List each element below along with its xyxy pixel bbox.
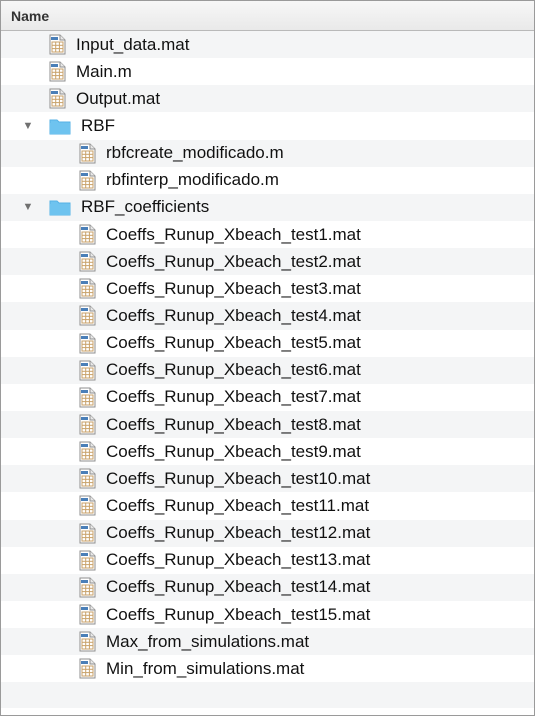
document-icon	[49, 34, 66, 55]
item-name: Coeffs_Runup_Xbeach_test4.mat	[106, 305, 361, 325]
document-icon	[79, 577, 96, 598]
item-name: Coeffs_Runup_Xbeach_test7.mat	[106, 387, 361, 407]
file-row[interactable]: Coeffs_Runup_Xbeach_test10.mat	[1, 465, 534, 493]
file-list: Input_data.mat Main.m Output.mat ▼ RBF rbfcre…	[1, 31, 534, 683]
file-row[interactable]: Coeffs_Runup_Xbeach_test7.mat	[1, 383, 534, 411]
item-name: rbfcreate_modificado.m	[106, 143, 284, 163]
item-name: RBF_coefficients	[81, 197, 210, 217]
item-name: Coeffs_Runup_Xbeach_test14.mat	[106, 577, 371, 597]
document-icon	[79, 414, 96, 435]
document-icon	[79, 333, 96, 354]
file-row[interactable]: Coeffs_Runup_Xbeach_test12.mat	[1, 519, 534, 547]
document-icon	[79, 360, 96, 381]
document-icon	[49, 88, 66, 109]
item-name: Min_from_simulations.mat	[106, 658, 305, 678]
file-row[interactable]: rbfcreate_modificado.m	[1, 139, 534, 167]
item-name: Input_data.mat	[76, 34, 190, 54]
document-icon	[49, 61, 66, 82]
document-icon	[79, 631, 96, 652]
name-column-label: Name	[11, 7, 50, 24]
item-name: Coeffs_Runup_Xbeach_test2.mat	[106, 251, 361, 271]
document-icon	[79, 604, 96, 625]
document-icon	[79, 251, 96, 272]
document-icon	[79, 387, 96, 408]
file-row[interactable]: Coeffs_Runup_Xbeach_test13.mat	[1, 546, 534, 574]
disclosure-triangle-icon[interactable]: ▼	[21, 201, 35, 213]
name-column-header[interactable]: Name	[1, 1, 534, 31]
file-row[interactable]: Output.mat	[1, 85, 534, 113]
file-row[interactable]: Coeffs_Runup_Xbeach_test8.mat	[1, 410, 534, 439]
item-name: rbfinterp_modificado.m	[106, 170, 279, 190]
file-row[interactable]: Coeffs_Runup_Xbeach_test15.mat	[1, 600, 534, 629]
file-row[interactable]: Coeffs_Runup_Xbeach_test9.mat	[1, 438, 534, 466]
document-icon	[79, 305, 96, 326]
file-row[interactable]: rbfinterp_modificado.m	[1, 166, 534, 194]
file-row[interactable]: Coeffs_Runup_Xbeach_test1.mat	[1, 220, 534, 249]
item-name: Coeffs_Runup_Xbeach_test13.mat	[106, 550, 371, 570]
item-name: Main.m	[76, 61, 132, 81]
document-icon	[79, 278, 96, 299]
file-row[interactable]: Coeffs_Runup_Xbeach_test2.mat	[1, 248, 534, 276]
file-row[interactable]: Coeffs_Runup_Xbeach_test4.mat	[1, 302, 534, 330]
document-icon	[79, 143, 96, 164]
item-name: Coeffs_Runup_Xbeach_test9.mat	[106, 441, 361, 461]
item-name: Coeffs_Runup_Xbeach_test12.mat	[106, 523, 371, 543]
item-name: Coeffs_Runup_Xbeach_test15.mat	[106, 604, 371, 624]
document-icon	[79, 224, 96, 245]
file-row[interactable]: Main.m	[1, 58, 534, 86]
document-icon	[79, 550, 96, 571]
file-row[interactable]: Coeffs_Runup_Xbeach_test6.mat	[1, 356, 534, 384]
document-icon	[79, 495, 96, 516]
item-name: Coeffs_Runup_Xbeach_test1.mat	[106, 224, 361, 244]
folder-row[interactable]: ▼ RBF_coefficients	[1, 193, 534, 221]
file-row[interactable]: Min_from_simulations.mat	[1, 655, 534, 683]
file-row[interactable]: Coeffs_Runup_Xbeach_test14.mat	[1, 573, 534, 601]
file-row[interactable]: Max_from_simulations.mat	[1, 628, 534, 656]
item-name: Coeffs_Runup_Xbeach_test10.mat	[106, 468, 371, 488]
finder-list-window: Name Input_data.mat Main.m Output.mat ▼ RBF r…	[0, 0, 535, 716]
file-row[interactable]: Coeffs_Runup_Xbeach_test3.mat	[1, 275, 534, 303]
item-name: RBF	[81, 115, 115, 135]
item-name: Coeffs_Runup_Xbeach_test3.mat	[106, 278, 361, 298]
item-name: Output.mat	[76, 88, 161, 108]
file-row[interactable]: Coeffs_Runup_Xbeach_test5.mat	[1, 329, 534, 357]
document-icon	[79, 523, 96, 544]
file-row[interactable]: Coeffs_Runup_Xbeach_test11.mat	[1, 492, 534, 520]
item-name: Coeffs_Runup_Xbeach_test5.mat	[106, 333, 361, 353]
document-icon	[79, 658, 96, 679]
document-icon	[79, 468, 96, 489]
item-name: Coeffs_Runup_Xbeach_test8.mat	[106, 414, 361, 434]
document-icon	[79, 441, 96, 462]
file-row[interactable]: Input_data.mat	[1, 31, 534, 59]
folder-icon	[49, 117, 71, 135]
empty-row	[1, 682, 534, 709]
document-icon	[79, 170, 96, 191]
folder-icon	[49, 198, 71, 216]
item-name: Coeffs_Runup_Xbeach_test6.mat	[106, 360, 361, 380]
item-name: Coeffs_Runup_Xbeach_test11.mat	[106, 495, 370, 515]
disclosure-triangle-icon[interactable]: ▼	[21, 120, 35, 132]
item-name: Max_from_simulations.mat	[106, 631, 310, 651]
folder-row[interactable]: ▼ RBF	[1, 112, 534, 140]
